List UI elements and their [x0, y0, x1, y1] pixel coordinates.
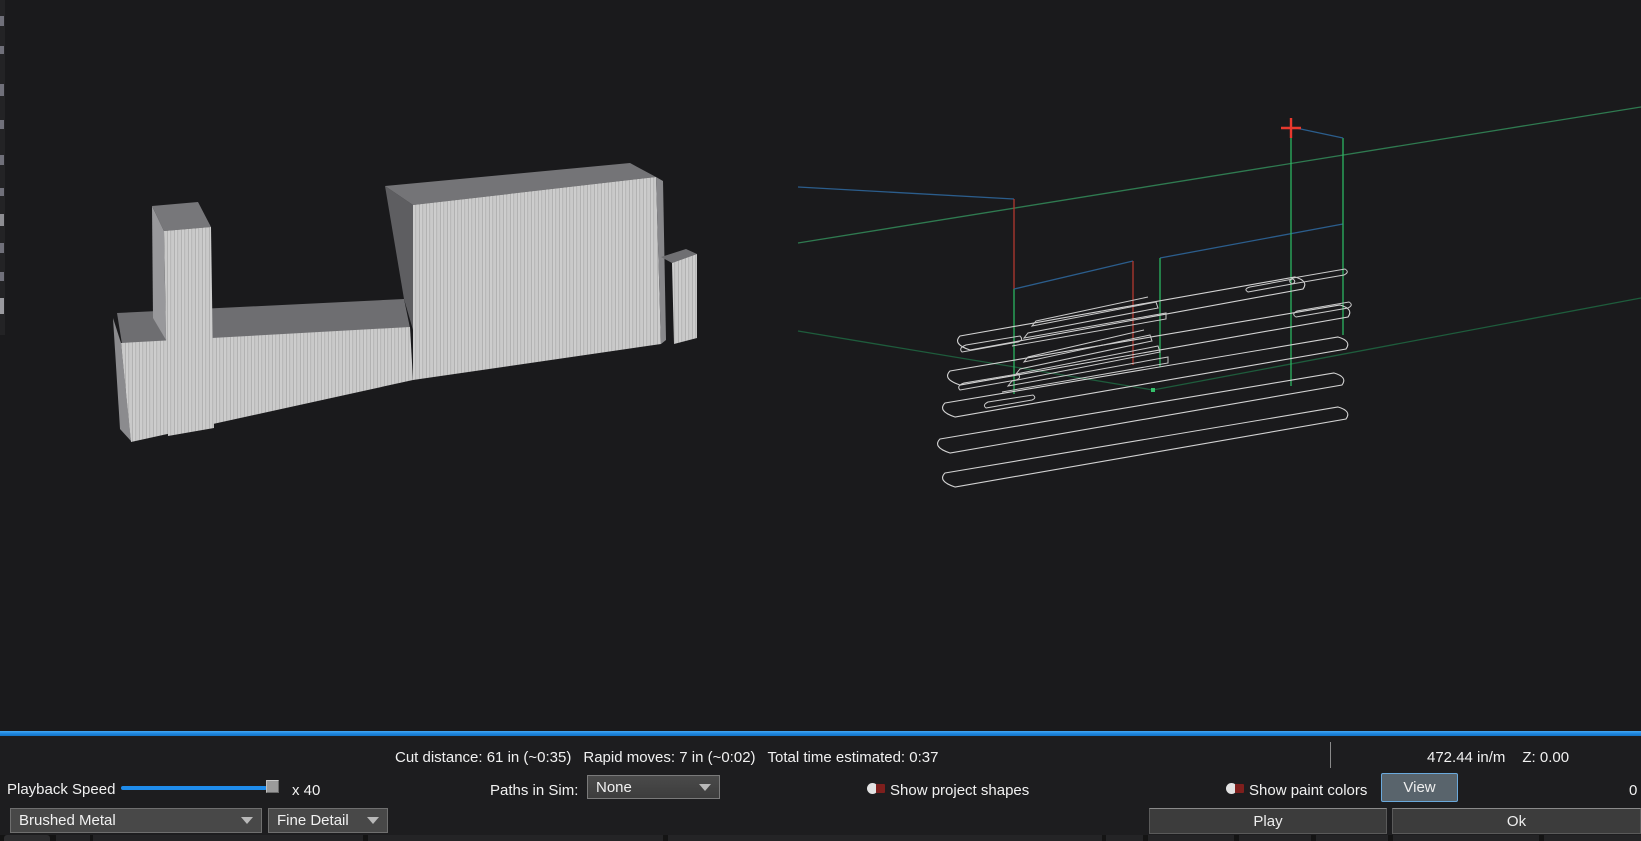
left-edge-clipped-toolbar: [0, 0, 5, 335]
z-readout-text: Z: 0.00: [1522, 749, 1570, 766]
view-button[interactable]: View: [1381, 773, 1458, 802]
playback-speed-slider[interactable]: [121, 786, 267, 790]
toggle-red-icon: [1235, 784, 1244, 793]
paths-dropdown-value: None: [596, 778, 632, 796]
chevron-down-icon: [699, 783, 711, 791]
material-dropdown-value: Brushed Metal: [19, 812, 116, 829]
ok-button[interactable]: Ok: [1392, 808, 1641, 834]
cut-distance-text: Cut distance: 61 in (~0:35): [395, 749, 572, 766]
view-button-label: View: [1403, 779, 1436, 796]
play-button-label: Play: [1253, 812, 1283, 830]
scene-canvas: [113, 106, 1641, 488]
material-dropdown[interactable]: Brushed Metal: [10, 808, 262, 833]
status-divider: [1330, 742, 1331, 768]
paths-in-sim-dropdown[interactable]: None: [587, 775, 720, 799]
show-project-shapes-label: Show project shapes: [890, 782, 1030, 799]
slider-handle[interactable]: [266, 780, 279, 793]
show-paint-colors-toggle[interactable]: [1226, 783, 1244, 794]
paths-in-sim-label: Paths in Sim:: [490, 782, 579, 799]
chevron-down-icon: [241, 817, 253, 824]
feed-rate-text: 472.44 in/m: [1427, 749, 1506, 766]
model-3d-render: [113, 163, 697, 442]
toolpath-wireframe: [797, 106, 1641, 488]
detail-dropdown-value: Fine Detail: [277, 812, 349, 829]
tool-crosshair-icon: [1281, 118, 1301, 138]
clipped-bottom-taskbar: [0, 835, 1641, 841]
clipped-overflow-text: 0: [1629, 782, 1638, 799]
detail-dropdown[interactable]: Fine Detail: [268, 808, 388, 833]
pocket-toolpaths: [958, 268, 1352, 409]
contour-outlines: [937, 276, 1351, 488]
toggle-red-icon: [876, 784, 885, 793]
speed-multiplier-text: x 40: [292, 782, 321, 799]
machine-readouts: 472.44 in/m Z: 0.00: [1427, 749, 1569, 767]
simulation-window: Cut distance: 61 in (~0:35) Rapid moves:…: [0, 0, 1641, 841]
show-project-shapes-toggle[interactable]: [867, 783, 885, 794]
playback-speed-label: Playback Speed: [7, 781, 116, 798]
playback-progress-bar[interactable]: [0, 731, 1641, 736]
play-button[interactable]: Play: [1149, 808, 1387, 834]
chevron-down-icon: [367, 817, 379, 824]
ok-button-label: Ok: [1506, 812, 1527, 830]
show-paint-colors-label: Show paint colors: [1249, 782, 1368, 799]
simulation-stats: Cut distance: 61 in (~0:35) Rapid moves:…: [395, 749, 938, 767]
simulation-viewport[interactable]: [0, 0, 1641, 731]
total-time-text: Total time estimated: 0:37: [767, 749, 939, 766]
rapid-moves-text: Rapid moves: 7 in (~0:02): [583, 749, 756, 766]
